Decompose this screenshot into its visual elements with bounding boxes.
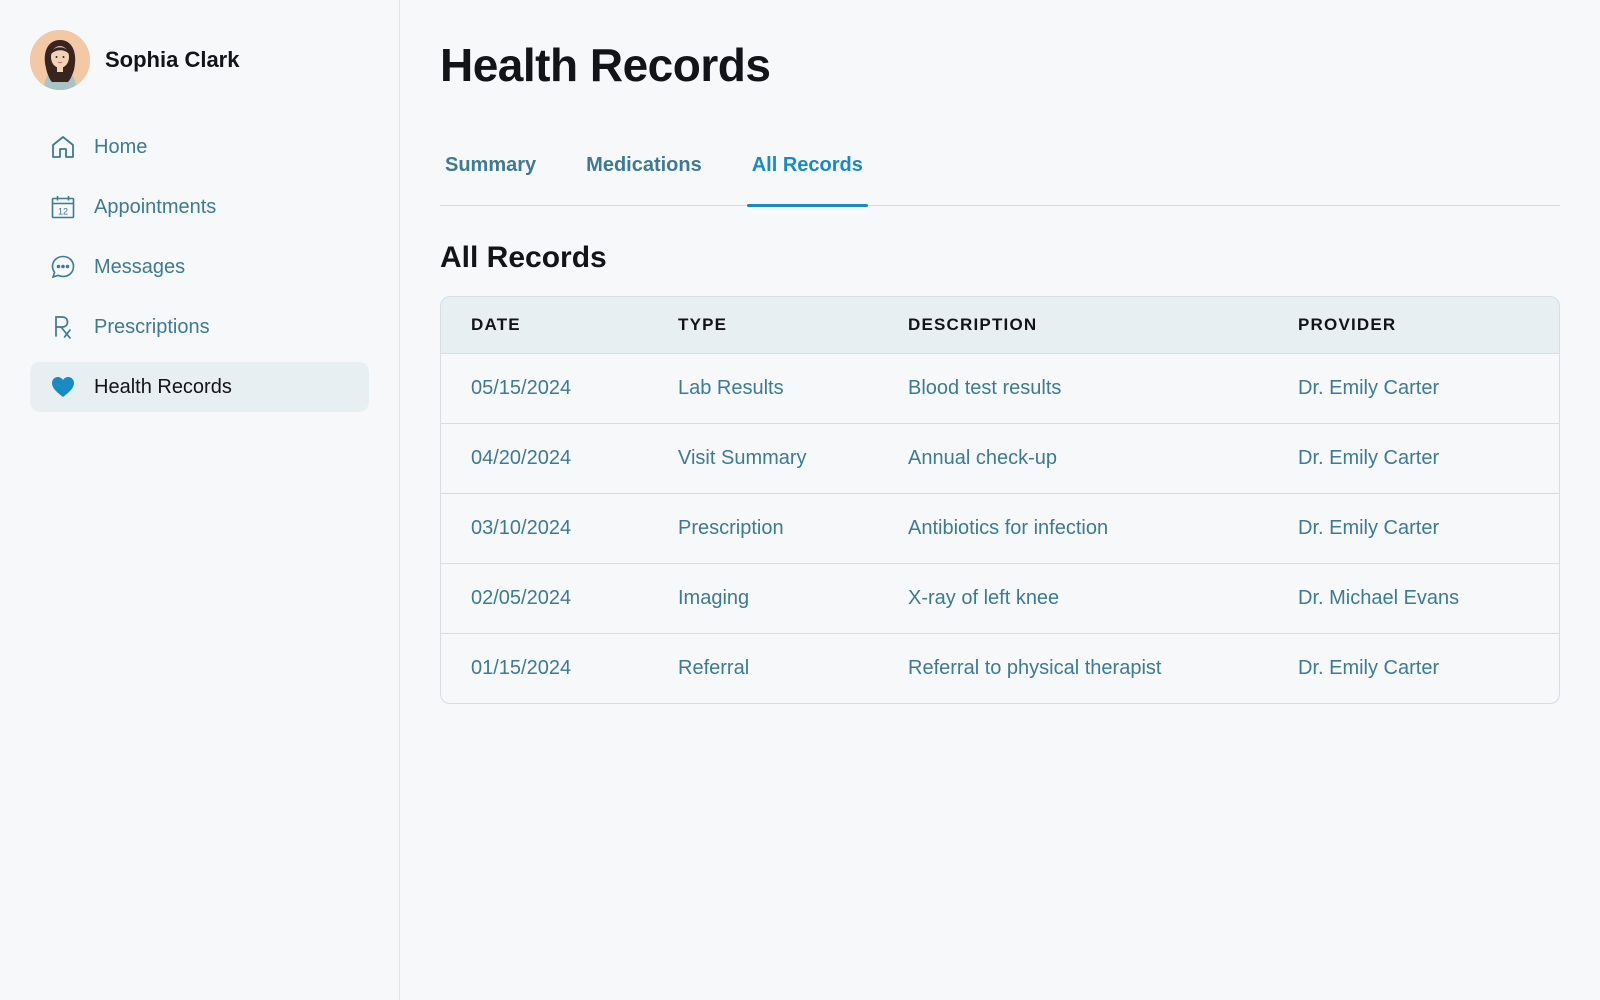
home-icon [50, 134, 76, 160]
user-profile[interactable]: Sophia Clark [30, 30, 369, 90]
cell-provider: Dr. Michael Evans [1298, 586, 1460, 609]
sidebar-item-label: Appointments [94, 195, 217, 218]
user-name: Sophia Clark [105, 47, 240, 72]
section-title: All Records [440, 241, 607, 274]
cell-date: 05/15/2024 [471, 376, 572, 399]
sidebar-nav: Home 12 Appointments Messages Prescripti… [30, 122, 369, 412]
cell-type: Lab Results [678, 376, 784, 399]
cell-date: 03/10/2024 [471, 516, 572, 539]
table-row[interactable]: 03/10/2024 Prescription Antibiotics for … [441, 493, 1559, 563]
cell-description: Blood test results [908, 376, 1062, 399]
tab-all-records[interactable]: All Records [746, 140, 869, 207]
column-header-provider[interactable]: PROVIDER [1268, 297, 1559, 353]
column-header-date[interactable]: DATE [441, 297, 648, 353]
calendar-day-label: 12 [58, 207, 68, 217]
rx-icon [50, 314, 76, 340]
calendar-icon: 12 [50, 194, 76, 220]
tab-medications[interactable]: Medications [581, 140, 707, 206]
cell-date: 04/20/2024 [471, 446, 572, 469]
sidebar-item-label: Home [94, 135, 148, 158]
table-row[interactable]: 04/20/2024 Visit Summary Annual check-up… [441, 423, 1559, 493]
cell-provider: Dr. Emily Carter [1298, 656, 1440, 679]
sidebar: Sophia Clark Home 12 Appointments Messag… [0, 0, 400, 1000]
records-table-container: DATE TYPE DESCRIPTION PROVIDER 05/15/202… [440, 296, 1560, 704]
cell-date: 02/05/2024 [471, 586, 572, 609]
cell-type: Imaging [678, 586, 750, 609]
sidebar-item-prescriptions[interactable]: Prescriptions [30, 302, 369, 352]
cell-description: Referral to physical therapist [908, 656, 1162, 679]
sidebar-item-label: Prescriptions [94, 315, 210, 338]
chat-icon [50, 254, 76, 280]
cell-description: X-ray of left knee [908, 586, 1060, 609]
cell-type: Referral [678, 656, 750, 679]
table-row[interactable]: 05/15/2024 Lab Results Blood test result… [441, 353, 1559, 423]
tab-bar: Summary Medications All Records [440, 140, 1560, 207]
column-header-description[interactable]: DESCRIPTION [878, 297, 1268, 353]
table-row[interactable]: 02/05/2024 Imaging X-ray of left knee Dr… [441, 563, 1559, 633]
heart-icon [50, 374, 76, 400]
cell-provider: Dr. Emily Carter [1298, 516, 1440, 539]
records-table: DATE TYPE DESCRIPTION PROVIDER 05/15/202… [441, 297, 1559, 703]
cell-date: 01/15/2024 [471, 656, 572, 679]
table-header-row: DATE TYPE DESCRIPTION PROVIDER [441, 297, 1559, 353]
user-avatar-icon [30, 30, 90, 90]
avatar[interactable] [30, 30, 90, 90]
sidebar-item-label: Messages [94, 255, 186, 278]
column-header-type[interactable]: TYPE [648, 297, 878, 353]
app-window: Sophia Clark Home 12 Appointments Messag… [0, 0, 1600, 1000]
main-content: Health Records Summary Medications All R… [400, 0, 1600, 1000]
sidebar-item-appointments[interactable]: 12 Appointments [30, 182, 369, 232]
sidebar-item-home[interactable]: Home [30, 122, 369, 172]
table-row[interactable]: 01/15/2024 Referral Referral to physical… [441, 633, 1559, 703]
cell-type: Visit Summary [678, 446, 807, 469]
sidebar-item-health-records[interactable]: Health Records [30, 362, 369, 412]
cell-description: Antibiotics for infection [908, 516, 1109, 539]
cell-provider: Dr. Emily Carter [1298, 376, 1440, 399]
tab-summary[interactable]: Summary [440, 140, 541, 206]
cell-provider: Dr. Emily Carter [1298, 446, 1440, 469]
cell-type: Prescription [678, 516, 784, 539]
cell-description: Annual check-up [908, 446, 1057, 469]
sidebar-item-messages[interactable]: Messages [30, 242, 369, 292]
sidebar-item-label: Health Records [94, 375, 232, 398]
page-title: Health Records [440, 39, 771, 91]
